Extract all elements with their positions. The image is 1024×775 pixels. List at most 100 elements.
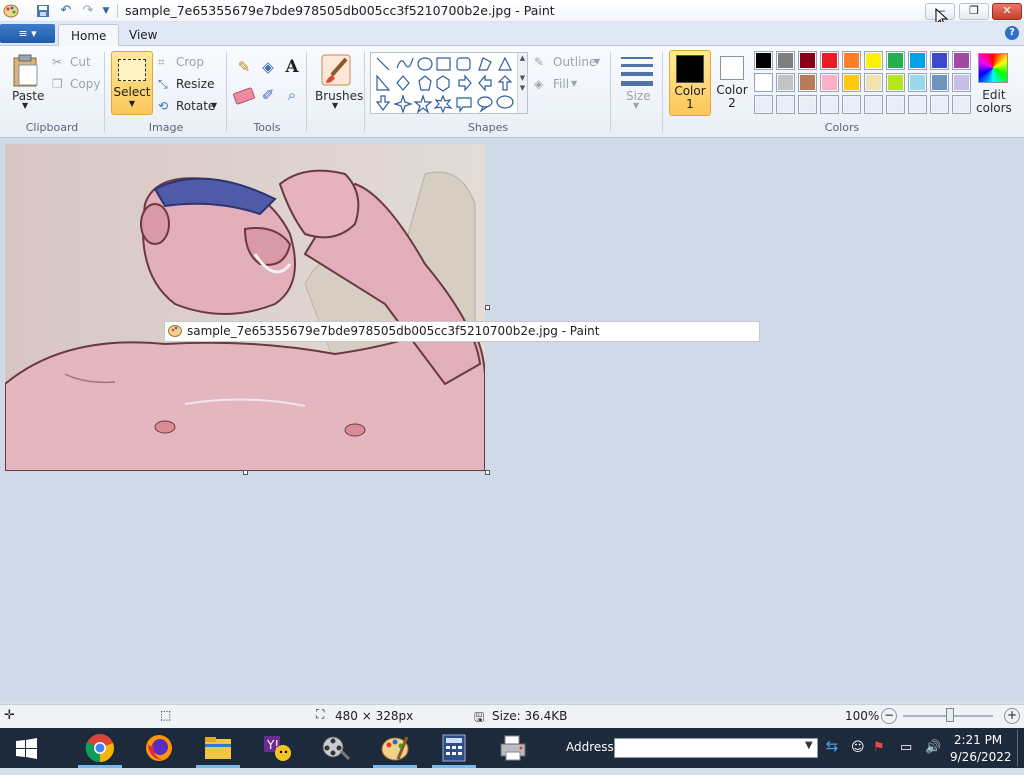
magnifier-icon[interactable]: ⌕ (281, 86, 303, 108)
select-button[interactable]: Select ▼ (111, 51, 153, 115)
paste-dropdown-arrow[interactable]: ▼ (22, 101, 28, 110)
start-windows-icon[interactable] (16, 738, 38, 760)
resize-handle-bottom[interactable] (243, 470, 248, 475)
zoom-in-button[interactable]: + (1004, 708, 1020, 724)
palette-empty-swatch[interactable] (754, 95, 773, 114)
resize-icon[interactable]: ⤡ (158, 77, 168, 92)
brushes-icon[interactable] (320, 53, 352, 87)
flag-tray-icon[interactable]: ⚑ (873, 740, 885, 755)
palette-empty-swatch[interactable] (776, 95, 795, 114)
palette-empty-swatch[interactable] (908, 95, 927, 114)
help-icon[interactable]: ? (1005, 26, 1019, 40)
palette-swatch[interactable] (820, 73, 839, 92)
calculator-icon[interactable] (432, 730, 476, 766)
cut-button[interactable]: Cut (70, 55, 91, 69)
palette-swatch[interactable] (864, 73, 883, 92)
outline-button[interactable]: Outline (553, 55, 596, 69)
palette-empty-swatch[interactable] (820, 95, 839, 114)
cut-icon[interactable]: ✂ (52, 55, 62, 69)
size-icon[interactable] (621, 54, 653, 86)
palette-swatch[interactable] (886, 51, 905, 70)
palette-swatch[interactable] (776, 73, 795, 92)
tab-view[interactable]: View (117, 24, 169, 47)
resize-handle-right[interactable] (485, 305, 490, 310)
palette-swatch[interactable] (952, 73, 971, 92)
canvas-image[interactable] (5, 144, 485, 471)
clock[interactable]: 2:21 PM 9/26/2022 (950, 732, 1012, 766)
address-input[interactable] (614, 738, 818, 758)
palette-empty-swatch[interactable] (952, 95, 971, 114)
palette-empty-swatch[interactable] (798, 95, 817, 114)
chrome-icon[interactable] (78, 730, 122, 766)
edit-colors-icon[interactable] (978, 53, 1008, 83)
fill-dropdown-arrow[interactable]: ▼ (571, 79, 577, 88)
undo-icon[interactable]: ↶ (57, 3, 75, 19)
palette-swatch[interactable] (908, 73, 927, 92)
palette-swatch[interactable] (754, 73, 773, 92)
shapes-gallery[interactable]: ▲ ▼ ▼ (370, 52, 528, 114)
palette-swatch[interactable] (798, 73, 817, 92)
paint-taskbar-icon[interactable] (373, 730, 417, 766)
printer-icon[interactable] (491, 730, 535, 766)
palette-empty-swatch[interactable] (930, 95, 949, 114)
fill-icon[interactable]: ◈ (534, 77, 543, 91)
movie-maker-icon[interactable] (314, 730, 358, 766)
zoom-slider-thumb[interactable] (946, 708, 954, 722)
rotate-button[interactable]: Rotate (176, 99, 215, 113)
emoji-tray-icon[interactable]: ☺ (851, 740, 865, 755)
zoom-out-button[interactable]: − (881, 708, 897, 724)
edit-colors-button[interactable]: Edit colors (976, 89, 1012, 115)
yahoo-messenger-icon[interactable]: Y! (255, 730, 299, 766)
save-icon[interactable] (34, 3, 52, 19)
brushes-label[interactable]: Brushes (315, 89, 363, 103)
text-tool-icon[interactable]: A (281, 57, 303, 79)
palette-swatch[interactable] (842, 51, 861, 70)
palette-empty-swatch[interactable] (864, 95, 883, 114)
customize-quick-access-icon[interactable]: ▼ (97, 3, 115, 19)
outline-dropdown-arrow[interactable]: ▼ (594, 57, 600, 66)
palette-swatch[interactable] (908, 51, 927, 70)
crop-button[interactable]: Crop (176, 55, 204, 69)
restore-button[interactable]: ❐ (959, 3, 989, 20)
paste-icon[interactable] (12, 54, 40, 88)
palette-swatch[interactable] (798, 51, 817, 70)
palette-swatch[interactable] (754, 51, 773, 70)
copy-button[interactable]: Copy (70, 77, 100, 91)
palette-empty-swatch[interactable] (842, 95, 861, 114)
palette-swatch[interactable] (776, 51, 795, 70)
pencil-icon[interactable]: ✎ (233, 58, 255, 80)
brushes-dropdown-arrow[interactable]: ▼ (332, 101, 338, 110)
fill-button[interactable]: Fill (553, 77, 569, 91)
palette-empty-swatch[interactable] (886, 95, 905, 114)
color2-button[interactable]: Color 2 (713, 50, 751, 116)
palette-swatch[interactable] (952, 51, 971, 70)
palette-swatch[interactable] (930, 73, 949, 92)
shapes-scroll[interactable]: ▲ ▼ ▼ (517, 53, 527, 113)
volume-icon[interactable]: 🔊 (925, 740, 941, 755)
paint-app-icon[interactable] (3, 3, 19, 19)
show-desktop-button[interactable] (1017, 730, 1018, 766)
rotate-icon[interactable]: ⟲ (158, 99, 168, 113)
color-picker-icon[interactable]: ✐ (257, 86, 279, 108)
file-explorer-icon[interactable] (196, 730, 240, 766)
crop-icon[interactable]: ⌗ (158, 55, 165, 70)
copy-icon[interactable]: ❐ (52, 77, 63, 91)
network-tray-icon[interactable]: ▭ (900, 740, 912, 755)
outline-icon[interactable]: ✎ (534, 55, 544, 69)
palette-swatch[interactable] (886, 73, 905, 92)
file-menu-button[interactable]: ≡ ▾ (0, 24, 55, 43)
size-dropdown-arrow[interactable]: ▼ (633, 101, 639, 110)
palette-swatch[interactable] (820, 51, 839, 70)
palette-swatch[interactable] (864, 51, 883, 70)
close-button[interactable]: ✕ (992, 3, 1022, 20)
palette-swatch[interactable] (930, 51, 949, 70)
paste-label[interactable]: Paste (12, 89, 44, 103)
rotate-dropdown-arrow[interactable]: ▼ (211, 101, 217, 110)
fill-bucket-icon[interactable]: ◈ (257, 58, 279, 80)
firefox-icon[interactable] (137, 730, 181, 766)
redo-icon[interactable]: ↷ (79, 3, 97, 19)
resize-handle-corner[interactable] (485, 470, 490, 475)
palette-swatch[interactable] (842, 73, 861, 92)
tab-home[interactable]: Home (58, 24, 120, 47)
address-dropdown-arrow[interactable]: ▼ (805, 740, 813, 751)
